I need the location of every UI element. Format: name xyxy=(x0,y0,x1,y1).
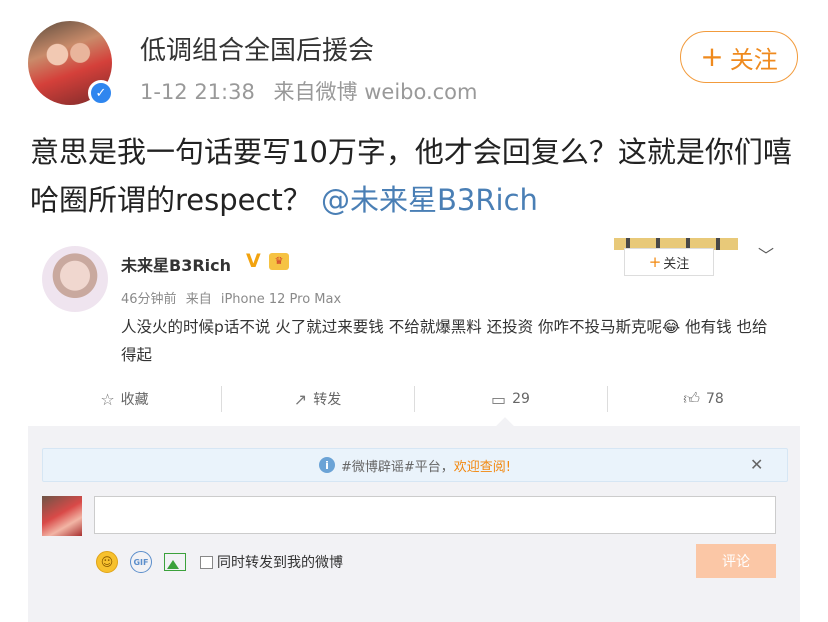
member-crown-icon: ♛ xyxy=(269,253,289,270)
share-icon: ↗ xyxy=(293,389,308,409)
info-icon: i xyxy=(318,457,335,473)
plus-icon: + xyxy=(648,253,662,271)
comment-tools: ☺ GIF 同时转发到我的微博 xyxy=(96,550,343,574)
post-meta: 1-12 21:38 来自微博 weibo.com xyxy=(140,76,490,106)
author-name[interactable]: 低调组合全国后援会 xyxy=(140,30,374,67)
image-icon[interactable] xyxy=(164,553,186,571)
repost-checkbox[interactable] xyxy=(200,555,213,569)
notice-link[interactable]: 欢迎查阅! xyxy=(454,456,511,475)
post-source: 来自微博 weibo.com xyxy=(273,80,478,104)
favorite-action[interactable]: ☆ 收藏 xyxy=(28,380,221,418)
rumor-notice: i #微博辟谣#平台， 欢迎查阅! xyxy=(42,448,788,482)
embedded-author-avatar[interactable] xyxy=(42,246,108,312)
post-time: 1-12 21:38 xyxy=(140,80,255,104)
embedded-author-name[interactable]: 未来星B3Rich xyxy=(121,252,231,276)
favorite-label: 收藏 xyxy=(120,392,149,408)
embedded-source-device[interactable]: iPhone 12 Pro Max xyxy=(221,292,341,307)
comment-count: 29 xyxy=(512,391,530,407)
embedded-follow-label: 关注 xyxy=(663,256,690,272)
comment-action[interactable]: ▭ 29 xyxy=(414,380,607,418)
verified-badge-icon: ✓ xyxy=(88,80,114,106)
repost-action[interactable]: ↗ 转发 xyxy=(221,380,414,418)
mention-link[interactable]: @未来星B3Rich xyxy=(321,183,538,217)
embedded-source-prefix: 来自 xyxy=(185,292,212,307)
embedded-time: 46分钟前 xyxy=(121,292,177,307)
follow-button[interactable]: + 关注 xyxy=(680,31,798,83)
notice-text: #微博辟谣#平台， xyxy=(340,459,454,475)
repost-label: 转发 xyxy=(313,392,342,408)
like-count: 78 xyxy=(705,391,724,407)
comment-panel: i #微博辟谣#平台， 欢迎查阅! ✕ ☺ GIF 同时转发到我的微博 评论 xyxy=(28,426,800,622)
gif-icon[interactable]: GIF xyxy=(130,551,152,573)
chevron-down-icon[interactable]: ﹀ xyxy=(758,242,774,266)
commenter-avatar xyxy=(42,496,82,536)
emoji-icon[interactable]: ☺ xyxy=(96,551,118,573)
plus-icon: + xyxy=(700,40,724,73)
star-icon: ☆ xyxy=(100,389,115,409)
embedded-follow-button[interactable]: + 关注 xyxy=(624,248,714,276)
submit-comment-button[interactable]: 评论 xyxy=(696,544,776,578)
action-bar: ☆ 收藏 ↗ 转发 ▭ 29 👍︎ 78 xyxy=(28,380,800,418)
thumbs-up-icon: 👍︎ xyxy=(683,389,700,408)
embedded-post-text: 人没火的时候p话不说 火了就过来要钱 不给就爆黑料 还投资 你咋不投马斯克呢😂 … xyxy=(121,318,768,364)
embedded-screenshot: 未来星B3Rich V ♛ + 关注 ﹀ 46分钟前 来自 iPhone 12 … xyxy=(28,238,800,622)
embedded-meta: 46分钟前 来自 iPhone 12 Pro Max xyxy=(121,288,346,307)
post-text: 意思是我一句话要写10万字，他才会回复么？这就是你们嘻哈圈所谓的respect？… xyxy=(30,128,800,224)
repost-checkbox-label[interactable]: 同时转发到我的微博 xyxy=(217,552,343,572)
close-icon[interactable]: ✕ xyxy=(750,455,763,474)
follow-button-label: 关注 xyxy=(729,45,778,74)
comment-icon: ▭ xyxy=(491,389,507,409)
verified-v-icon: V xyxy=(246,250,261,272)
like-action[interactable]: 👍︎ 78 xyxy=(607,380,800,418)
comment-input[interactable] xyxy=(94,496,776,534)
